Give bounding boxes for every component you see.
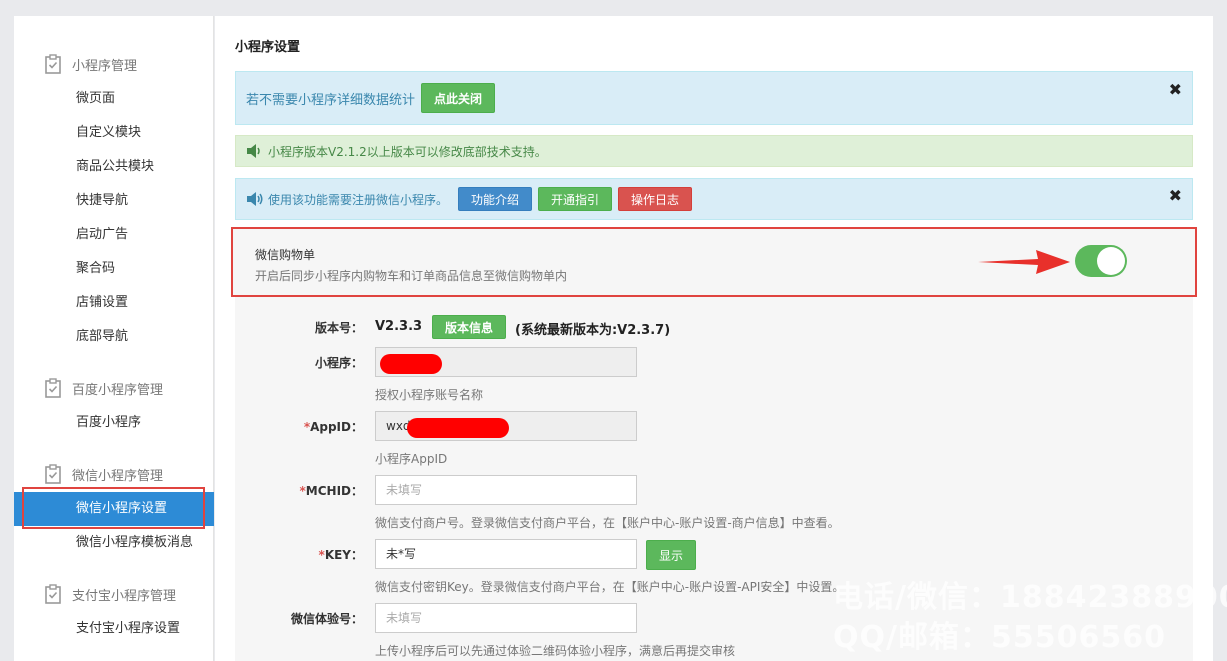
mchid-label: *MCHID： — [299, 484, 364, 498]
alert-version: 小程序版本V2.1.2以上版本可以修改底部技术支持。 — [235, 135, 1193, 167]
alert-register-text: 使用该功能需要注册微信小程序。 — [268, 192, 449, 207]
sidebar-group-alipay: 支付宝小程序管理 — [44, 584, 176, 604]
sidebar-item-micro-page[interactable]: 微页面 — [14, 82, 214, 116]
appid-help: 小程序AppID — [375, 452, 448, 466]
version-value: V2.3.3 — [375, 319, 423, 334]
sidebar-group-label: 支付宝小程序管理 — [72, 588, 177, 604]
miniapp-help: 授权小程序账号名称 — [375, 388, 484, 402]
sidebar-item-custom-module[interactable]: 自定义模块 — [14, 116, 214, 150]
speaker-icon — [247, 144, 260, 158]
sidebar-group-label: 百度小程序管理 — [72, 382, 164, 398]
sidebar-item-store-settings[interactable]: 店铺设置 — [14, 286, 214, 320]
main-panel: 小程序设置 若不需要小程序详细数据统计 点此关闭 ✖ 小程序版本V2.1.2以上… — [215, 16, 1213, 661]
sidebar-group-baidu: 百度小程序管理 — [44, 378, 163, 398]
mchid-help: 微信支付商户号。登录微信支付商户平台，在【账户中心-账户设置-商户信息】中查看。 — [375, 516, 840, 530]
alert-version-text: 小程序版本V2.1.2以上版本可以修改底部技术支持。 — [268, 144, 547, 159]
sidebar-item-bottom-nav[interactable]: 底部导航 — [14, 320, 214, 354]
clipboard-check-icon — [45, 54, 61, 74]
alert-register: 使用该功能需要注册微信小程序。 功能介绍 开通指引 操作日志 ✖ — [235, 178, 1193, 220]
sidebar-item-wechat-template[interactable]: 微信小程序模板消息 — [14, 526, 214, 560]
sidebar: 小程序管理 微页面 自定义模块 商品公共模块 快捷导航 启动广告 聚合码 店铺设… — [14, 16, 214, 661]
redaction-mark — [407, 418, 509, 438]
close-icon[interactable]: ✖ — [1169, 186, 1182, 205]
sidebar-item-aggregate-code[interactable]: 聚合码 — [14, 252, 214, 286]
close-stats-button[interactable]: 点此关闭 — [421, 83, 496, 113]
feature-intro-button[interactable]: 功能介绍 — [458, 187, 533, 211]
cart-switch-row: 微信购物单 开启后同步小程序内购物车和订单商品信息至微信购物单内 — [231, 227, 1197, 297]
miniapp-label: 小程序： — [314, 356, 363, 370]
highlight-box — [22, 487, 205, 529]
alert-stats: 若不需要小程序详细数据统计 点此关闭 ✖ — [235, 71, 1193, 125]
alert-stats-text: 若不需要小程序详细数据统计 — [246, 92, 416, 108]
appid-label: *AppID： — [303, 420, 363, 434]
version-label: 版本号： — [314, 321, 363, 335]
sidebar-group-label: 微信小程序管理 — [72, 468, 164, 484]
sidebar-item-launch-ad[interactable]: 启动广告 — [14, 218, 214, 252]
watermark-line1: 电话/微信：18842388900 — [833, 580, 1227, 615]
key-help: 微信支付密钥Key。登录微信支付商户平台，在【账户中心-账户设置-API安全】中… — [375, 580, 845, 594]
tester-label: 微信体验号： — [290, 612, 363, 626]
show-key-button[interactable]: 显示 — [646, 540, 697, 570]
cart-switch-toggle[interactable] — [1075, 245, 1127, 277]
speaker-icon — [247, 192, 263, 206]
redaction-mark — [380, 354, 442, 374]
sidebar-group-label: 小程序管理 — [72, 58, 138, 74]
sidebar-group-miniapp: 小程序管理 — [44, 54, 137, 74]
sidebar-item-quick-nav[interactable]: 快捷导航 — [14, 184, 214, 218]
clipboard-check-icon — [45, 584, 61, 604]
mchid-field[interactable]: 未填写 — [375, 475, 637, 505]
open-guide-button[interactable]: 开通指引 — [538, 187, 613, 211]
sidebar-item-baidu-miniapp[interactable]: 百度小程序 — [14, 406, 214, 440]
cart-switch-title: 微信购物单 — [255, 248, 316, 262]
sidebar-group-wechat: 微信小程序管理 — [44, 464, 163, 484]
latest-version-text: (系统最新版本为:V2.3.7) — [515, 323, 671, 338]
close-icon[interactable]: ✖ — [1169, 80, 1182, 99]
operation-log-button[interactable]: 操作日志 — [618, 187, 693, 211]
key-label: *KEY： — [318, 548, 363, 562]
clipboard-check-icon — [45, 464, 61, 484]
version-info-button[interactable]: 版本信息 — [432, 315, 507, 339]
cart-switch-desc: 开启后同步小程序内购物车和订单商品信息至微信购物单内 — [255, 269, 568, 283]
page-title: 小程序设置 — [235, 40, 301, 55]
clipboard-check-icon — [45, 378, 61, 398]
tester-help: 上传小程序后可以先通过体验二维码体验小程序，满意后再提交审核 — [375, 644, 736, 658]
toggle-knob — [1097, 247, 1125, 275]
watermark-line2: QQ/邮箱：55506560 — [833, 620, 1166, 655]
sidebar-item-product-module[interactable]: 商品公共模块 — [14, 150, 214, 184]
red-arrow-icon — [978, 250, 1070, 274]
sidebar-item-alipay-settings[interactable]: 支付宝小程序设置 — [14, 612, 214, 646]
tester-field[interactable]: 未填写 — [375, 603, 637, 633]
key-field[interactable]: 未*写 — [375, 539, 637, 569]
